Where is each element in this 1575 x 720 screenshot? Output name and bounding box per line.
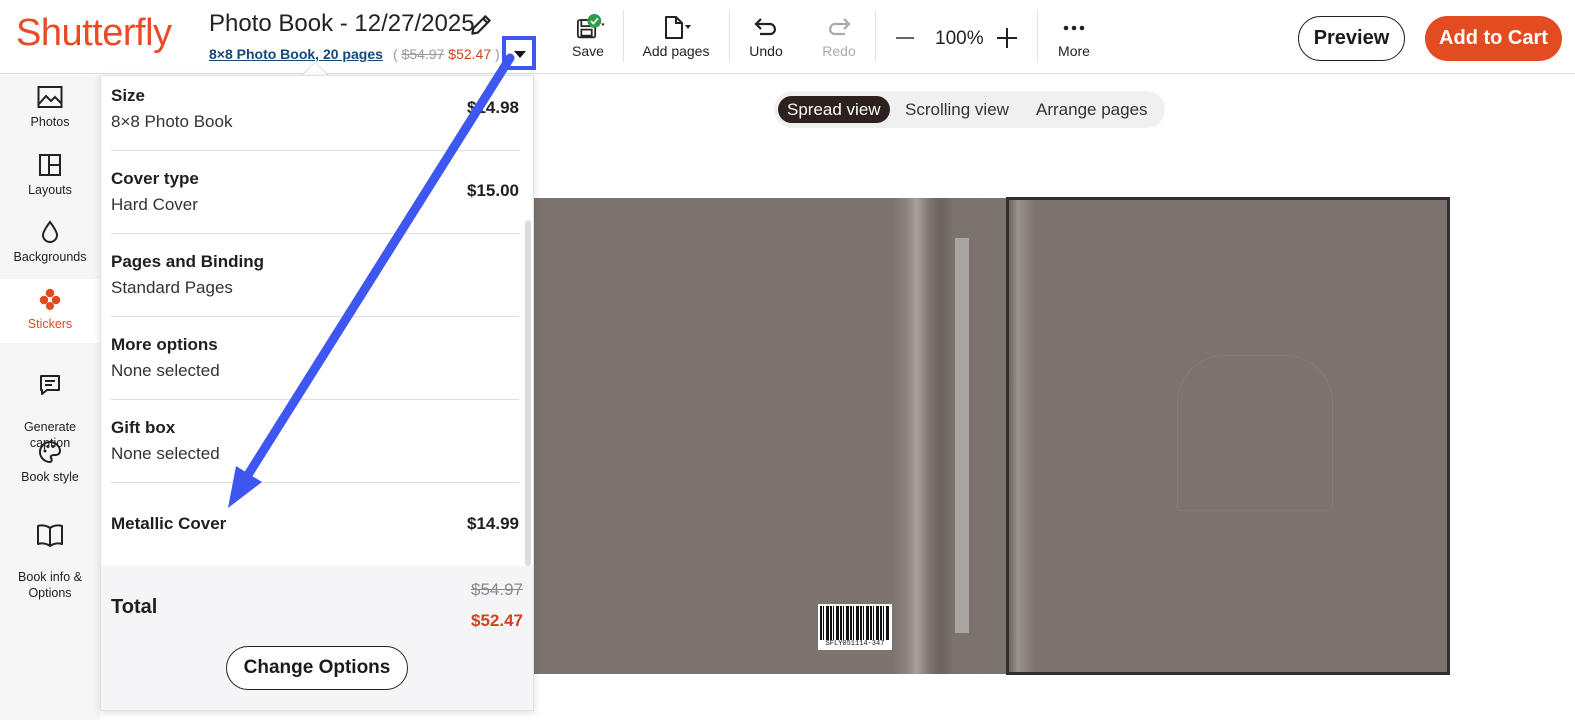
toolbar-divider	[875, 10, 876, 62]
option-row-more-options: More options None selected	[111, 335, 519, 381]
divider	[111, 482, 519, 483]
option-value: 8×8 Photo Book	[111, 112, 233, 131]
option-value: None selected	[111, 444, 220, 463]
clover-icon	[39, 288, 61, 310]
change-options-button[interactable]: Change Options	[226, 646, 408, 690]
option-price: $15.00	[467, 181, 519, 200]
more-label: More	[1058, 43, 1090, 59]
toolbar-divider	[729, 10, 730, 62]
sale-price: $52.47	[448, 46, 492, 62]
book-cover-spread[interactable]: SFLY051114-347	[534, 197, 1450, 675]
sidebar-item-label: Stickers	[27, 317, 73, 331]
divider	[111, 399, 519, 400]
redo-button[interactable]: Redo	[819, 14, 859, 59]
sidebar-item-photos[interactable]: Photos	[0, 85, 100, 145]
cover-photo-placeholder[interactable]	[1177, 355, 1333, 511]
divider	[111, 150, 519, 151]
top-bar: Shutterfly Photo Book - 12/27/2025 8×8 P…	[0, 0, 1575, 74]
option-title: Gift box	[111, 418, 176, 437]
option-row-pages-binding: Pages and Binding Standard Pages	[111, 252, 519, 298]
divider	[111, 316, 519, 317]
option-price: $14.99	[467, 514, 519, 533]
image-icon	[37, 86, 63, 108]
barcode-number: SFLY051114-347	[818, 640, 892, 648]
total-original-price: $54.97	[471, 580, 523, 599]
total-sale-price: $52.47	[471, 611, 523, 630]
add-page-icon	[665, 16, 691, 39]
redo-icon	[829, 18, 851, 36]
option-row-metallic-cover: Metallic Cover $14.99	[111, 502, 519, 534]
undo-label: Undo	[749, 43, 783, 59]
total-label: Total	[111, 596, 158, 618]
sidebar-item-label: Backgrounds	[13, 250, 87, 264]
original-price: $54.97	[401, 46, 445, 62]
toolbar-divider	[1037, 10, 1038, 62]
zoom-level: 100%	[935, 28, 984, 49]
price-summary: ( $54.97 $52.47 )	[393, 46, 500, 62]
sidebar-item-generate-caption[interactable]: Generate caption	[0, 357, 100, 450]
shutterfly-logo[interactable]: Shutterfly	[16, 12, 172, 55]
book-icon	[37, 524, 63, 547]
save-label: Save	[572, 43, 604, 59]
price-open-paren: (	[393, 46, 398, 62]
zoom-in-icon[interactable]	[997, 28, 1017, 48]
add-pages-label: Add pages	[642, 43, 710, 59]
sidebar-item-label: Book style	[21, 470, 79, 484]
preview-button[interactable]: Preview	[1298, 16, 1405, 61]
redo-label: Redo	[822, 43, 856, 59]
more-dots-icon	[1063, 25, 1085, 31]
more-button[interactable]: More	[1054, 14, 1094, 59]
option-price: $14.98	[467, 98, 519, 117]
toolbar-divider	[623, 10, 624, 62]
sidebar-item-stickers[interactable]: Stickers	[0, 279, 100, 343]
front-cover[interactable]	[1006, 197, 1450, 675]
add-pages-button[interactable]: Add pages	[640, 14, 712, 59]
option-title: Size	[111, 86, 146, 105]
price-details-panel: Size 8×8 Photo Book $14.98 Cover type Ha…	[100, 75, 534, 711]
option-title: Pages and Binding	[111, 252, 265, 271]
sidebar-item-label: Photos	[30, 115, 70, 129]
project-title[interactable]: Photo Book - 12/27/2025	[209, 10, 475, 38]
droplet-icon	[41, 220, 59, 243]
add-to-cart-button[interactable]: Add to Cart	[1425, 16, 1562, 61]
zoom-out-icon[interactable]	[896, 37, 914, 39]
undo-icon	[754, 18, 776, 36]
option-row-gift-box: Gift box None selected	[111, 418, 519, 464]
option-title: Metallic Cover	[111, 514, 227, 533]
caption-icon	[40, 375, 60, 395]
option-row-cover-type: Cover type Hard Cover $15.00	[111, 169, 519, 215]
save-button[interactable]: Save	[568, 14, 608, 59]
price-details-dropdown-button[interactable]	[502, 36, 536, 70]
spine-text-area[interactable]	[955, 238, 969, 633]
tab-arrange-pages[interactable]: Arrange pages	[1027, 96, 1157, 123]
option-value: None selected	[111, 361, 220, 380]
undo-button[interactable]: Undo	[746, 14, 786, 59]
total-section: Total $54.97 $52.47 Change Options	[101, 566, 533, 710]
back-cover[interactable]: SFLY051114-347	[534, 198, 1006, 674]
sidebar-item-layouts[interactable]: Layouts	[0, 153, 100, 213]
book-options-link[interactable]: 8×8 Photo Book, 20 pages	[209, 46, 383, 62]
sidebar-item-book-info[interactable]: Book info & Options	[0, 507, 100, 600]
option-title: More options	[111, 335, 218, 354]
tab-scrolling-view[interactable]: Scrolling view	[896, 96, 1018, 123]
sidebar-item-backgrounds[interactable]: Backgrounds	[0, 220, 100, 280]
palette-icon	[39, 440, 62, 464]
panel-scrollbar[interactable]	[525, 220, 531, 566]
save-icon	[577, 14, 605, 39]
tab-spread-view[interactable]: Spread view	[778, 96, 890, 123]
option-row-size: Size 8×8 Photo Book $14.98	[111, 86, 519, 132]
sidebar-item-book-style[interactable]: Book style	[0, 440, 100, 500]
sidebar-item-label: Layouts	[28, 183, 72, 197]
option-value: Hard Cover	[111, 195, 198, 214]
option-title: Cover type	[111, 169, 199, 188]
pencil-icon[interactable]	[468, 12, 494, 38]
price-close-paren: )	[495, 46, 500, 62]
divider	[111, 233, 519, 234]
layout-icon	[39, 154, 61, 176]
option-value: Standard Pages	[111, 278, 233, 297]
tools-sidebar: Photos Layouts Backgrounds Stickers Gene…	[0, 75, 100, 720]
view-mode-tabs: Spread view Scrolling view Arrange pages	[774, 91, 1165, 128]
sidebar-item-label: Book info & Options	[18, 570, 82, 600]
